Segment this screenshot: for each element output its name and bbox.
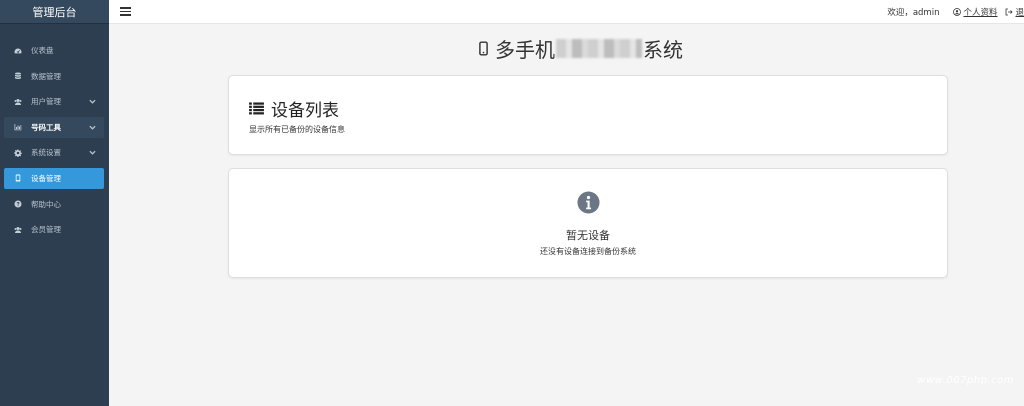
brand-title: 管理后台	[0, 0, 109, 24]
top-navbar: 欢迎，admin 个人资料 退	[109, 0, 1024, 24]
watermark: www.007php.com	[917, 375, 1014, 386]
sidebar-item-help[interactable]: 帮助中心	[4, 194, 104, 215]
user-circle-icon	[953, 8, 962, 16]
empty-state-description: 还没有设备连接到备份系统	[540, 247, 636, 256]
device-list-title-text: 设备列表	[271, 101, 339, 121]
sidebar-item-devices[interactable]: 设备管理	[4, 167, 104, 189]
user-area: 欢迎，admin 个人资料 退	[887, 0, 1024, 24]
device-list-subtitle: 显示所有已备份的设备信息	[249, 125, 345, 134]
chevron-down-icon	[89, 149, 96, 156]
list-icon	[249, 102, 264, 115]
chart-icon	[13, 123, 22, 132]
database-icon	[13, 72, 22, 81]
sidebar-item-number-tools[interactable]: 号码工具	[4, 116, 104, 138]
empty-state-title: 暂无设备	[566, 229, 610, 242]
users-icon	[13, 225, 22, 234]
sidebar-item-members[interactable]: 会员管理	[4, 219, 104, 240]
page-title: 多手机 系统	[479, 34, 683, 62]
sidebar-item-label: 帮助中心	[31, 199, 61, 209]
sidebar-item-data[interactable]: 数据管理	[4, 66, 104, 87]
device-list-header-card: 设备列表 显示所有已备份的设备信息	[228, 75, 948, 155]
sidebar-item-label: 设备管理	[31, 173, 61, 183]
logout-link[interactable]: 退	[1005, 6, 1024, 18]
dashboard-icon	[13, 46, 22, 55]
sign-out-icon	[1006, 8, 1014, 16]
gear-icon	[13, 148, 22, 157]
sidebar-item-dashboard[interactable]: 仪表盘	[4, 40, 104, 61]
logout-label: 退	[1015, 8, 1024, 18]
chevron-down-icon	[89, 98, 96, 105]
sidebar-item-label: 会员管理	[31, 225, 61, 235]
empty-state-card: 暂无设备 还没有设备连接到备份系统	[228, 168, 948, 278]
mobile-icon	[13, 174, 22, 183]
sidebar: 管理后台 仪表盘 数据管理 用户管理 号码工具 系统设置 设备管理 帮助中心 会…	[0, 0, 109, 406]
sidebar-item-label: 系统设置	[31, 148, 61, 158]
users-icon	[13, 97, 22, 106]
redacted-text	[556, 38, 642, 58]
hamburger-menu-icon[interactable]	[120, 7, 131, 16]
chevron-down-icon	[89, 124, 96, 131]
sidebar-item-label: 数据管理	[31, 71, 61, 81]
profile-label: 个人资料	[963, 8, 998, 18]
sidebar-nav: 仪表盘 数据管理 用户管理 号码工具 系统设置 设备管理 帮助中心 会员管理	[0, 24, 109, 240]
device-list-title: 设备列表	[249, 96, 339, 121]
sidebar-item-label: 号码工具	[31, 122, 61, 132]
help-icon	[13, 200, 22, 209]
mobile-icon	[479, 40, 488, 56]
sidebar-item-users[interactable]: 用户管理	[4, 91, 104, 112]
page-title-suffix: 系统	[643, 37, 683, 62]
profile-link[interactable]: 个人资料	[953, 6, 997, 18]
sidebar-item-settings[interactable]: 系统设置	[4, 142, 104, 163]
welcome-text: 欢迎，admin	[887, 8, 940, 18]
sidebar-item-label: 用户管理	[31, 97, 61, 107]
page-title-prefix: 多手机	[495, 37, 555, 62]
sidebar-item-label: 仪表盘	[31, 46, 54, 55]
info-circle-icon	[577, 191, 600, 214]
